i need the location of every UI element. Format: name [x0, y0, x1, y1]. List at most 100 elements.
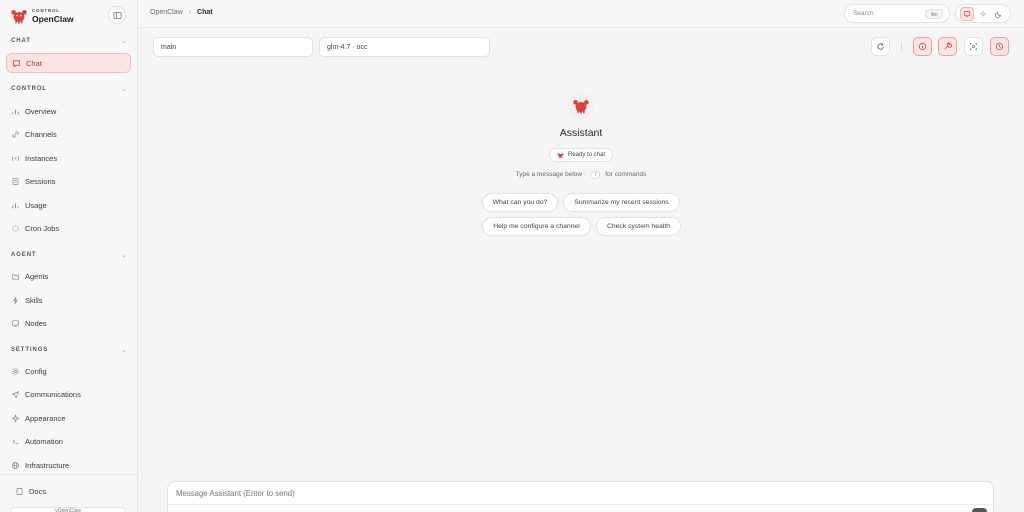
topbar: OpenClaw › Chat Search ⌘K — [138, 0, 1024, 28]
book-icon — [15, 487, 24, 496]
suggestion-chip[interactable]: Summarize my recent sessions — [563, 193, 680, 212]
brand-subtitle: CONTROL — [32, 7, 60, 13]
chevron-down-icon: ⌄ — [121, 347, 127, 354]
hint-text: for commands — [605, 171, 647, 178]
history-button[interactable] — [990, 37, 1009, 56]
status-badge: Ready to chat — [549, 148, 613, 162]
theme-light-button[interactable] — [976, 7, 990, 21]
sidebar-item-infrastructure[interactable]: Infrastructure — [6, 455, 131, 475]
lobster-logo-icon — [557, 152, 564, 158]
message-composer[interactable]: Message Assistant (Enter to send) — [167, 481, 994, 512]
gear-icon — [11, 367, 20, 376]
search-input[interactable]: Search ⌘K — [844, 4, 950, 23]
globe-icon — [11, 461, 20, 470]
sidebar-item-label: Docs — [29, 486, 47, 496]
sidebar-item-usage[interactable]: Usage — [6, 195, 131, 215]
monitor-icon — [963, 10, 971, 17]
info-button[interactable] — [913, 37, 932, 56]
tools-button[interactable] — [938, 37, 957, 56]
model-select-value: glm-4.7 · occ — [327, 43, 368, 51]
sidebar-item-label: Communications — [25, 389, 81, 399]
composer-divider — [168, 504, 993, 505]
refresh-button[interactable] — [871, 37, 890, 56]
sidebar-item-instances[interactable]: Instances — [6, 148, 131, 168]
bar-chart-icon — [11, 107, 20, 116]
suggestion-chip[interactable]: Check system health — [596, 217, 681, 236]
sidebar: CONTROL OpenClaw CHAT ⌄ Chat CONTROL ⌄ O… — [0, 0, 138, 512]
suggestion-chip[interactable]: What can you do? — [482, 193, 558, 212]
sidebar-item-label: Config — [25, 366, 47, 376]
clock-icon — [995, 42, 1004, 51]
sidebar-item-config[interactable]: Config — [6, 361, 131, 381]
message-input[interactable]: Message Assistant (Enter to send) — [176, 489, 295, 498]
sidebar-item-label: Instances — [25, 153, 58, 163]
sidebar-item-sessions[interactable]: Sessions — [6, 171, 131, 191]
assistant-avatar — [568, 93, 594, 119]
section-header-settings[interactable]: SETTINGS ⌄ — [11, 345, 127, 355]
brand[interactable]: CONTROL OpenClaw — [10, 6, 74, 26]
loader-icon — [11, 224, 20, 233]
breadcrumb-separator: › — [188, 9, 192, 16]
sidebar-item-label: Channels — [25, 129, 57, 139]
bolt-icon — [11, 296, 20, 305]
sidebar-item-label: Automation — [25, 436, 63, 446]
suggestion-chip[interactable]: Help me configure a channel — [482, 217, 591, 236]
bar-chart-icon — [11, 201, 20, 210]
session-select[interactable]: main — [153, 37, 313, 57]
sidebar-item-label: Sessions — [25, 176, 56, 186]
sidebar-item-overview[interactable]: Overview — [6, 101, 131, 121]
hint-key: / — [590, 171, 601, 179]
wrench-icon — [944, 42, 952, 50]
sidebar-item-automation[interactable]: Automation — [6, 431, 131, 451]
send-icon — [11, 390, 20, 399]
sun-icon — [979, 10, 987, 17]
sidebar-item-label: Overview — [25, 106, 57, 116]
sidebar-item-chat[interactable]: Chat — [6, 53, 131, 73]
refresh-icon — [877, 43, 884, 50]
sidebar-collapse-button[interactable] — [108, 6, 126, 24]
brand-name: OpenClaw — [32, 14, 74, 24]
breadcrumb-root[interactable]: OpenClaw — [150, 9, 183, 16]
theme-dark-button[interactable] — [992, 7, 1006, 21]
search-placeholder: Search — [853, 10, 874, 17]
sidebar-item-label: Agents — [25, 271, 49, 281]
theme-system-button[interactable] — [960, 6, 974, 21]
section-header-agent[interactable]: AGENT ⌄ — [11, 250, 127, 260]
sidebar-item-cron-jobs[interactable]: Cron Jobs — [6, 218, 131, 238]
info-icon — [918, 42, 927, 51]
assistant-name: Assistant — [559, 127, 603, 139]
sidebar-item-label: Cron Jobs — [25, 223, 60, 233]
chevron-down-icon: ⌄ — [121, 38, 127, 45]
model-select[interactable]: glm-4.7 · occ — [319, 37, 490, 57]
sidebar-item-skills[interactable]: Skills — [6, 290, 131, 310]
terminal-icon — [11, 437, 20, 446]
section-label-control: CONTROL — [11, 86, 47, 92]
monitor-icon — [11, 319, 20, 328]
send-button[interactable] — [972, 508, 987, 512]
sidebar-item-label: Nodes — [25, 318, 47, 328]
focus-icon — [969, 42, 978, 51]
document-icon — [11, 177, 20, 186]
sidebar-item-docs[interactable]: Docs — [10, 481, 128, 501]
sidebar-item-label: Infrastructure — [25, 460, 70, 470]
focus-mode-button[interactable] — [964, 37, 983, 56]
sidebar-item-label: Appearance — [25, 413, 66, 423]
broadcast-icon — [11, 154, 20, 163]
sidebar-item-label: Skills — [25, 295, 43, 305]
chevron-down-icon: ⌄ — [121, 86, 127, 93]
moon-icon — [995, 11, 1001, 18]
sidebar-item-agents[interactable]: Agents — [6, 266, 131, 286]
folder-icon — [11, 272, 20, 281]
sidebar-item-nodes[interactable]: Nodes — [6, 313, 131, 333]
breadcrumb-current: Chat — [197, 9, 213, 16]
sidebar-item-label: Chat — [26, 58, 42, 68]
sidebar-item-appearance[interactable]: Appearance — [6, 408, 131, 428]
lobster-logo-icon — [573, 100, 589, 114]
sidebar-item-channels[interactable]: Channels — [6, 124, 131, 144]
lobster-logo-icon — [11, 10, 27, 24]
section-header-control[interactable]: CONTROL ⌄ — [11, 84, 127, 94]
section-label-agent: AGENT — [11, 252, 37, 258]
section-header-chat[interactable]: CHAT ⌄ — [11, 36, 127, 46]
sidebar-item-communications[interactable]: Communications — [6, 384, 131, 404]
chat-bubble-icon — [12, 59, 21, 68]
